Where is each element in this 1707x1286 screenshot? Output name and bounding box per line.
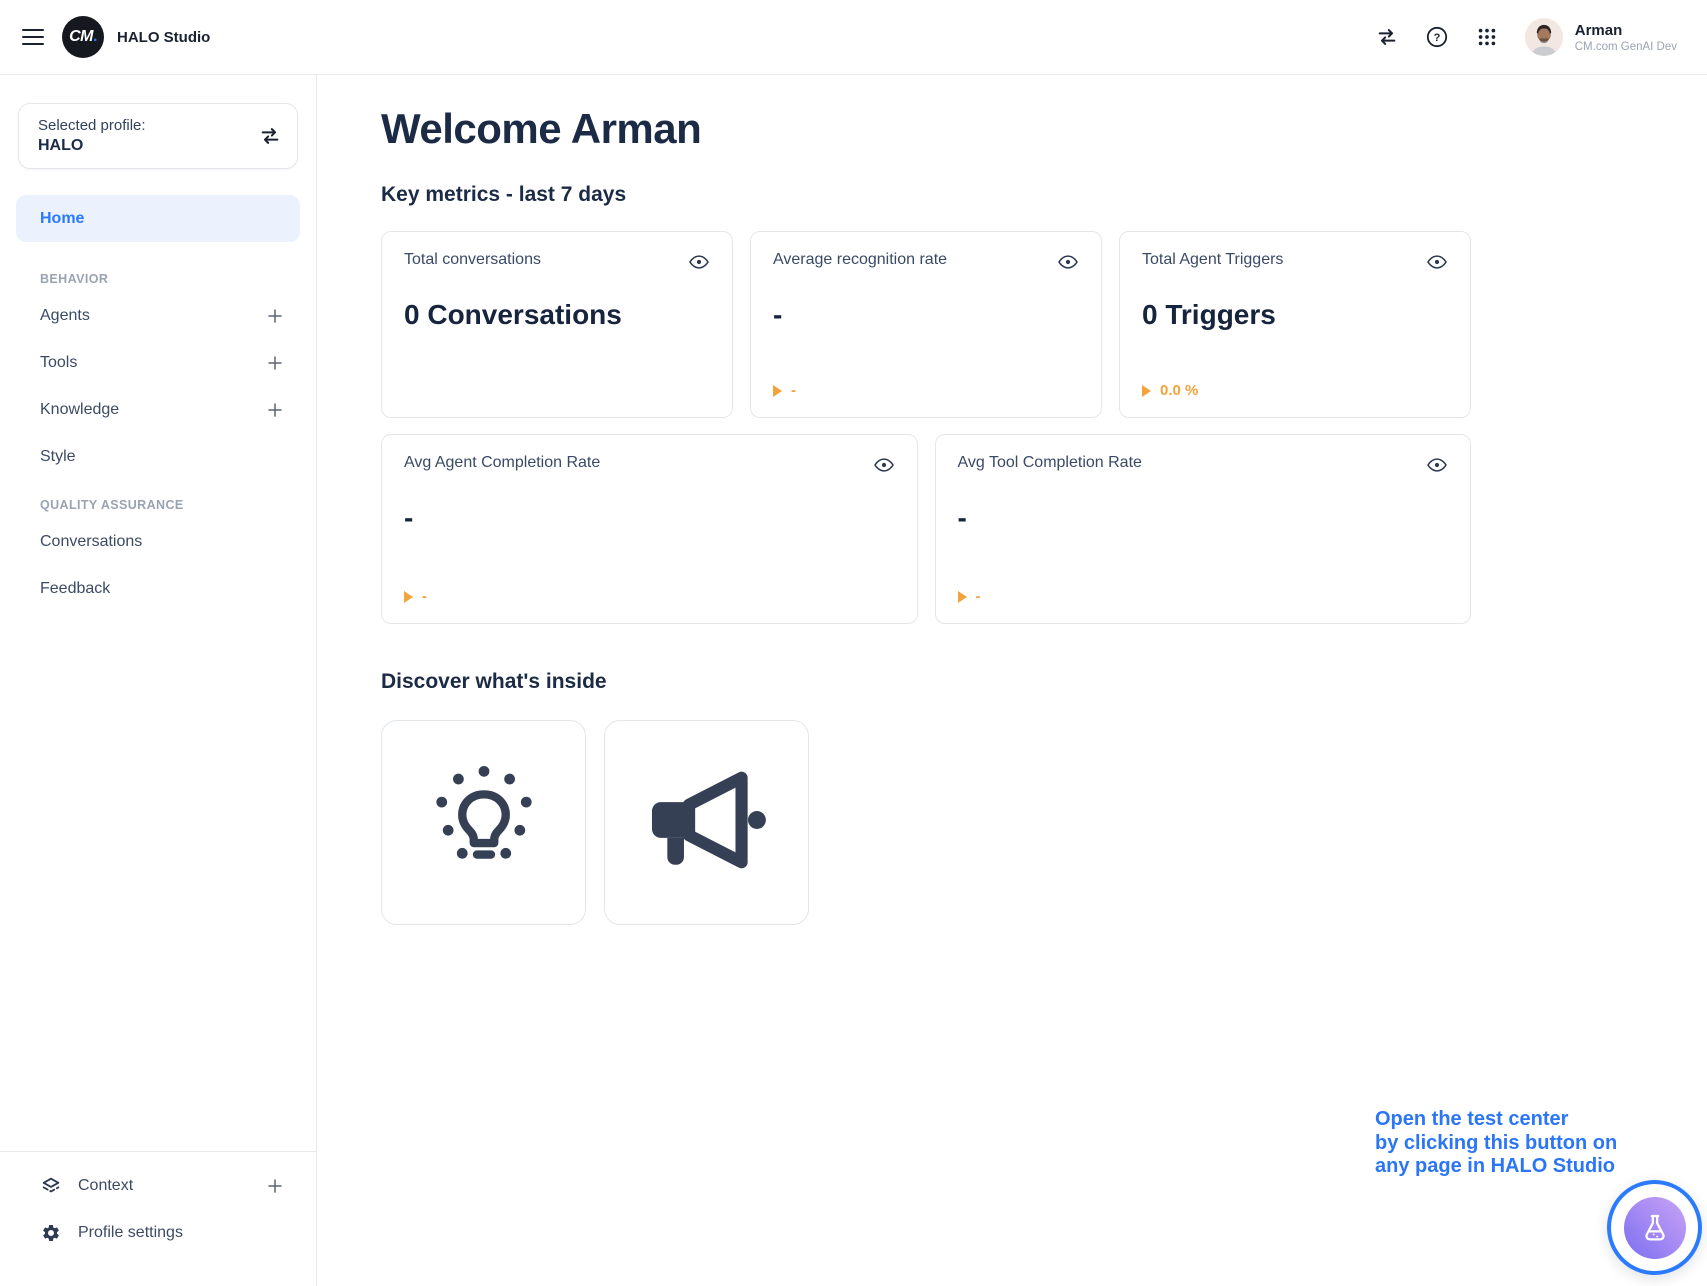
metric-label: Total conversations: [404, 251, 541, 269]
flask-icon: [1624, 1197, 1686, 1259]
metric-value: -: [773, 299, 1079, 331]
discover-tiles: [381, 720, 1707, 925]
megaphone-icon: [643, 756, 771, 889]
metric-trend: -: [773, 382, 1079, 399]
sidebar-item-label: Profile settings: [78, 1224, 183, 1242]
plus-icon[interactable]: [264, 1175, 286, 1197]
metric-value: 0 Triggers: [1142, 299, 1448, 331]
sidebar: Selected profile: HALO Home BEHAVIOR Age…: [0, 75, 317, 1286]
metric-value: -: [958, 502, 1449, 534]
sidebar-item-label: Agents: [40, 307, 90, 325]
logo-dot: .: [93, 28, 97, 46]
metric-card-average-recognition-rate: Average recognition rate - -: [750, 231, 1102, 418]
avatar: [1525, 18, 1563, 56]
metric-label: Avg Agent Completion Rate: [404, 454, 600, 472]
eye-icon[interactable]: [1057, 251, 1079, 273]
selected-profile-label: Selected profile:: [38, 117, 259, 134]
cm-logo[interactable]: CM.: [62, 16, 104, 58]
switch-account-icon[interactable]: [1375, 25, 1399, 49]
hint-line: Open the test center: [1375, 1108, 1617, 1132]
metric-label: Avg Tool Completion Rate: [958, 454, 1142, 472]
switch-profile-icon[interactable]: [259, 125, 281, 147]
user-info: Arman CM.com GenAI Dev: [1575, 22, 1677, 53]
layers-icon: [40, 1175, 62, 1197]
discover-section-title: Discover what's inside: [381, 670, 1707, 694]
lightbulb-icon: [420, 756, 548, 889]
logo-text: CM: [69, 28, 93, 46]
trend-arrow-icon: [958, 591, 967, 603]
sidebar-item-label: Home: [40, 210, 84, 228]
app-title: HALO Studio: [117, 29, 210, 46]
hint-line: any page in HALO Studio: [1375, 1155, 1617, 1179]
section-header-quality-assurance: QUALITY ASSURANCE: [16, 498, 300, 512]
sidebar-item-label: Style: [40, 448, 76, 466]
metric-trend: -: [404, 588, 895, 605]
section-header-behavior: BEHAVIOR: [16, 272, 300, 286]
discover-tile-announcements[interactable]: [604, 720, 809, 925]
sidebar-item-tools[interactable]: Tools: [16, 339, 300, 386]
plus-icon[interactable]: [264, 352, 286, 374]
plus-icon[interactable]: [264, 399, 286, 421]
trend-arrow-icon: [1142, 385, 1151, 397]
metric-label: Average recognition rate: [773, 251, 947, 269]
user-org: CM.com GenAI Dev: [1575, 41, 1677, 53]
sidebar-item-label: Feedback: [40, 580, 110, 598]
sidebar-item-knowledge[interactable]: Knowledge: [16, 386, 300, 433]
sidebar-item-label: Context: [78, 1177, 133, 1195]
metric-trend: -: [958, 588, 1449, 605]
metric-card-avg-agent-completion-rate: Avg Agent Completion Rate - -: [381, 434, 918, 624]
selected-profile-card[interactable]: Selected profile: HALO: [18, 103, 298, 169]
apps-grid-icon[interactable]: [1475, 25, 1499, 49]
user-menu[interactable]: Arman CM.com GenAI Dev: [1525, 18, 1677, 56]
sidebar-item-home[interactable]: Home: [16, 195, 300, 242]
metric-trend: 0.0 %: [1142, 382, 1448, 399]
hamburger-menu-icon[interactable]: [22, 29, 44, 46]
trend-arrow-icon: [404, 591, 413, 603]
selected-profile-name: HALO: [38, 137, 259, 155]
metrics-row-1: Total conversations 0 Conversations Aver…: [381, 231, 1471, 418]
sidebar-item-label: Knowledge: [40, 401, 119, 419]
sidebar-item-style[interactable]: Style: [16, 433, 300, 480]
trend-value: -: [422, 588, 427, 605]
plus-icon[interactable]: [264, 305, 286, 327]
test-center-hint: Open the test center by clicking this bu…: [1375, 1108, 1617, 1179]
metric-card-total-conversations: Total conversations 0 Conversations: [381, 231, 733, 418]
sidebar-item-agents[interactable]: Agents: [16, 292, 300, 339]
metrics-section-title: Key metrics - last 7 days: [381, 183, 1707, 207]
sidebar-item-label: Tools: [40, 354, 77, 372]
eye-icon[interactable]: [688, 251, 710, 273]
sidebar-item-conversations[interactable]: Conversations: [16, 518, 300, 565]
sidebar-bottom: Context Profile settings: [0, 1151, 316, 1256]
sidebar-item-feedback[interactable]: Feedback: [16, 565, 300, 612]
top-bar: CM. HALO Studio ? Arman CM.com GenAI Dev: [0, 0, 1707, 75]
discover-tile-ideas[interactable]: [381, 720, 586, 925]
svg-text:?: ?: [1433, 32, 1440, 44]
sidebar-item-label: Conversations: [40, 533, 142, 551]
metric-card-total-agent-triggers: Total Agent Triggers 0 Triggers 0.0 %: [1119, 231, 1471, 418]
metric-label: Total Agent Triggers: [1142, 251, 1283, 269]
user-name: Arman: [1575, 22, 1677, 39]
header-actions: ? Arman CM.com GenAI Dev: [1375, 18, 1677, 56]
eye-icon[interactable]: [1426, 251, 1448, 273]
test-center-button[interactable]: [1607, 1180, 1702, 1275]
eye-icon[interactable]: [873, 454, 895, 476]
gear-icon: [40, 1222, 62, 1244]
metric-value: -: [404, 502, 895, 534]
trend-arrow-icon: [773, 385, 782, 397]
sidebar-item-profile-settings[interactable]: Profile settings: [16, 1209, 300, 1256]
metric-card-avg-tool-completion-rate: Avg Tool Completion Rate - -: [935, 434, 1472, 624]
trend-value: -: [976, 588, 981, 605]
selected-profile-texts: Selected profile: HALO: [38, 117, 259, 155]
metric-value: 0 Conversations: [404, 299, 710, 331]
trend-value: -: [791, 382, 796, 399]
main-content: Welcome Arman Key metrics - last 7 days …: [317, 75, 1707, 1286]
eye-icon[interactable]: [1426, 454, 1448, 476]
help-icon[interactable]: ?: [1425, 25, 1449, 49]
sidebar-item-context[interactable]: Context: [16, 1162, 300, 1209]
metrics-row-2: Avg Agent Completion Rate - - Avg Tool C…: [381, 434, 1471, 624]
hint-line: by clicking this button on: [1375, 1132, 1617, 1156]
trend-value: 0.0 %: [1160, 382, 1198, 399]
page-title: Welcome Arman: [381, 105, 1707, 153]
